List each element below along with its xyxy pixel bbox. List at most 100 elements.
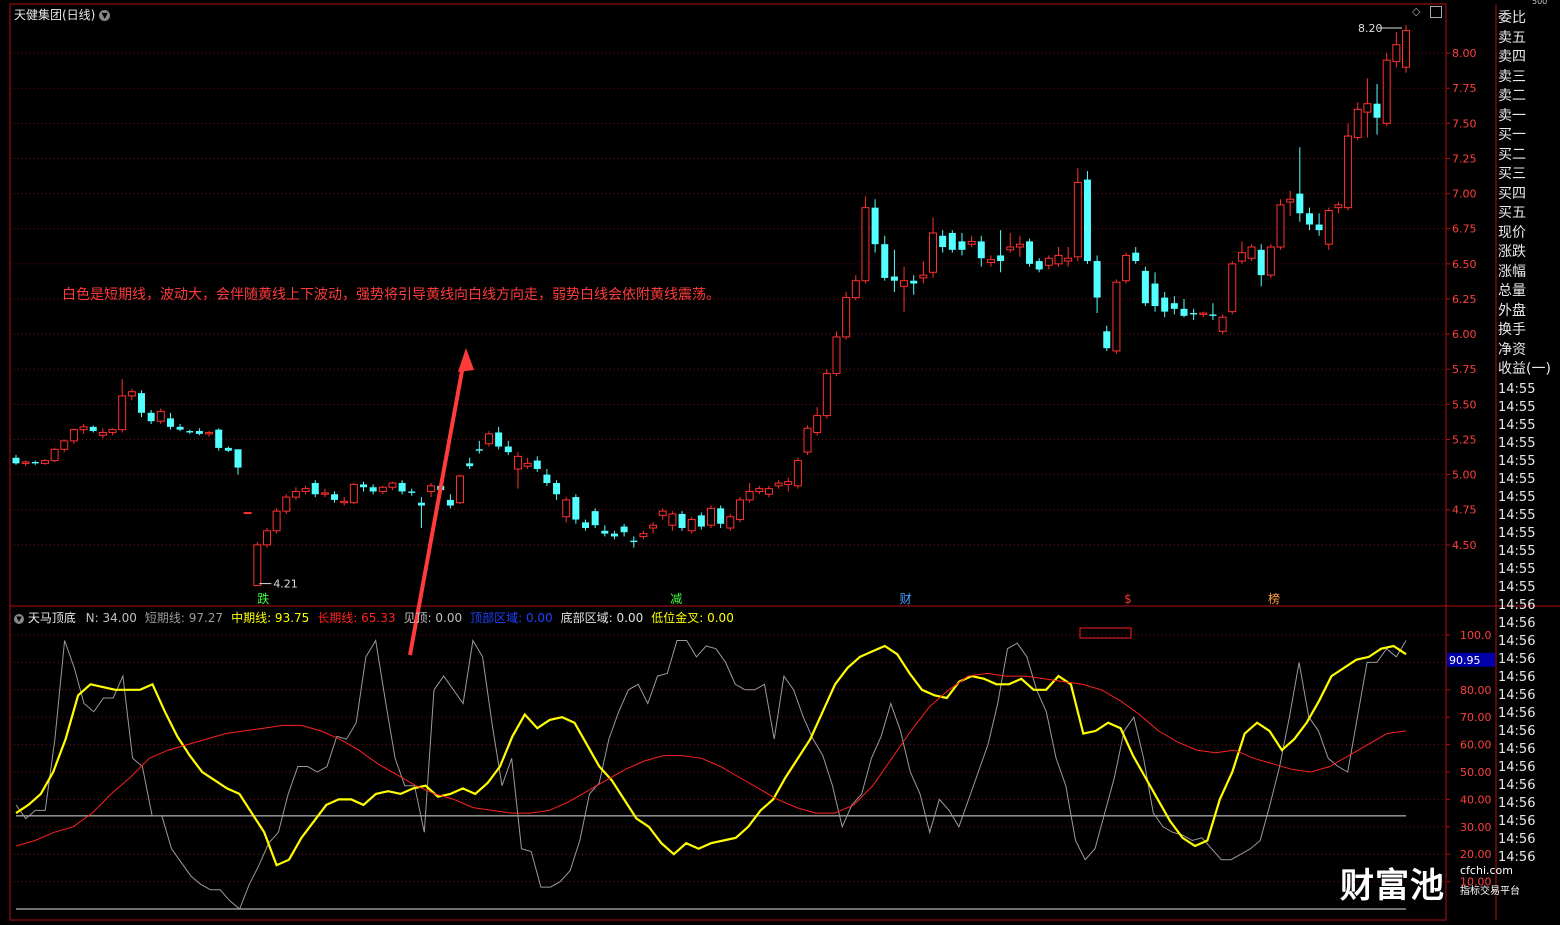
quote-field-label: 卖五: [1498, 29, 1526, 46]
price-tick-label: 7.75: [1452, 82, 1477, 95]
candle-body: [997, 255, 1005, 262]
quote-field-label: 总量: [1498, 283, 1526, 299]
diamond-icon[interactable]: ◇: [1412, 5, 1420, 18]
scale-label: 500: [1532, 0, 1548, 6]
candle-body: [649, 524, 658, 529]
indicator-name[interactable]: 天马顶底: [28, 611, 76, 625]
price-tick-label: 7.25: [1452, 152, 1477, 165]
candle-body: [118, 395, 127, 431]
candle-body: [21, 461, 30, 464]
candle-body: [1132, 252, 1140, 262]
candle-body: [610, 533, 618, 537]
candle-body: [745, 490, 754, 501]
trade-time: 14:56: [1498, 688, 1536, 703]
price-tick-label: 5.00: [1452, 469, 1477, 482]
quote-field-label: 净资: [1498, 341, 1526, 358]
candle-body: [147, 412, 155, 422]
high-label: 8.20: [1358, 22, 1383, 35]
trade-time: 14:56: [1498, 742, 1536, 757]
quote-field-label: 卖四: [1498, 49, 1526, 65]
candle-body: [919, 274, 928, 279]
candle-body: [948, 232, 956, 250]
candle-body: [1334, 204, 1343, 209]
trade-times: 14:55 14:55 14:55 14:55 14:55 14:55 14:55 14:55…: [1496, 381, 1560, 867]
candle-body: [620, 526, 628, 533]
candle-body: [774, 482, 783, 487]
candle-body: [1044, 257, 1053, 266]
ind-tick-label: 60.00: [1460, 739, 1492, 752]
quote-field-label: 涨跌: [1498, 244, 1526, 260]
price-tick-label: 4.75: [1452, 504, 1477, 517]
candle-body: [842, 297, 851, 338]
indicator-param: N: 34.00: [85, 611, 137, 625]
candle-body: [986, 259, 995, 263]
chevron-down-icon[interactable]: ▼: [99, 10, 111, 21]
candle-body: [456, 475, 465, 504]
candle-body: [1190, 313, 1198, 315]
panel-toggle-icon[interactable]: [1430, 6, 1442, 18]
candle-body: [408, 491, 416, 493]
candle-body: [205, 431, 214, 435]
quote-field-label: 收益(一): [1498, 361, 1551, 377]
trade-time: 14:56: [1498, 634, 1536, 649]
trade-time: 14:55: [1498, 382, 1536, 397]
indicator-param: 底部区域: 0.00: [560, 611, 644, 625]
indicator-param: 低位金叉: 0.00: [651, 611, 734, 625]
ind-tick-label: 70.00: [1460, 711, 1492, 724]
candle-body: [1035, 261, 1043, 270]
candle-body: [79, 426, 88, 431]
quote-field-label: 买二: [1498, 146, 1526, 163]
candle-body: [1083, 179, 1091, 262]
candle-body: [1286, 198, 1295, 203]
quote-sidebar: 委比 卖五 卖四 卖三 卖二 卖一 买一 买二 买三 买四 买五 现价 涨跌 涨幅 总量 外盘 换手 净资 收益(一…: [1496, 9, 1560, 380]
low-label: 4.21: [273, 578, 298, 591]
candle-body: [234, 449, 242, 468]
indicator-param: 顶部区域: 0.00: [470, 611, 553, 625]
event-marker: 财: [900, 592, 912, 606]
candle-body: [1392, 44, 1401, 63]
candle-body: [127, 391, 136, 397]
candle-body: [1209, 314, 1217, 316]
candle-body: [12, 457, 20, 464]
window-title[interactable]: 天健集团(日线) ▼: [14, 6, 111, 23]
candle-body: [1228, 263, 1237, 313]
candle-body: [224, 447, 232, 451]
candle-body: [939, 235, 947, 248]
price-tick-label: 7.00: [1452, 188, 1477, 201]
candle-body: [543, 474, 551, 484]
candle-body: [1122, 254, 1131, 282]
chart-border: [9, 3, 1447, 921]
chevron-down-icon[interactable]: ▼: [14, 613, 24, 624]
candle-body: [890, 276, 898, 281]
candle-body: [417, 502, 425, 506]
watermark-brand: 财富池: [1340, 866, 1445, 906]
candle-body: [137, 393, 145, 413]
candle-body: [69, 429, 78, 442]
candle-body: [1315, 224, 1323, 231]
candle-body: [340, 500, 349, 504]
chart-canvas: 8.00 7.75 7.50 7.25 7.00 6.75 6.50 6.25 6.00 5.75…: [9, 3, 1560, 921]
ind-tick-label: 40.00: [1460, 793, 1492, 806]
watermark-slogan: 指标交易平台: [1460, 886, 1520, 897]
candle-body: [427, 485, 436, 492]
indicator-param: 长期线: 65.33: [317, 611, 396, 625]
candle-body: [504, 446, 512, 453]
price-tick-label: 5.50: [1452, 398, 1477, 411]
indicator-param: 短期线: 97.27: [144, 611, 224, 625]
candle-body: [1324, 209, 1333, 245]
candle-body: [1373, 103, 1381, 118]
candle-body: [900, 280, 909, 287]
trade-time: 14:56: [1498, 760, 1536, 775]
trade-time: 14:55: [1498, 418, 1536, 433]
candle-body: [591, 511, 599, 526]
candle-body: [1073, 181, 1082, 258]
trade-time: 14:56: [1498, 706, 1536, 721]
candle-body: [958, 241, 966, 250]
trade-time: 14:55: [1498, 400, 1536, 415]
candle-body: [388, 482, 397, 488]
price-tick-label: 8.00: [1452, 47, 1477, 60]
candle-body: [630, 540, 638, 543]
trade-time: 14:55: [1498, 436, 1536, 451]
candle-body: [967, 240, 976, 245]
candle-body: [166, 418, 174, 427]
